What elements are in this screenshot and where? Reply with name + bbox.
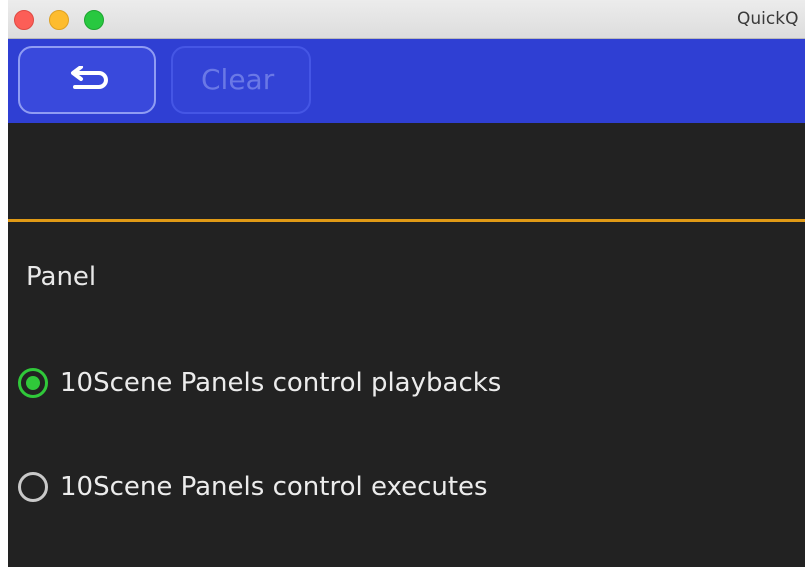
radio-option-label[interactable]: 10Scene Panels control playbacks [60,366,501,400]
radio-button-checked[interactable] [18,368,48,398]
header-area [8,123,805,219]
minimize-window-button[interactable] [49,10,69,30]
panel-section-label: Panel [26,262,97,292]
close-window-button[interactable] [14,10,34,30]
title-bar: QuickQ [8,0,805,39]
return-arrow-icon [71,66,108,89]
radio-button-unchecked[interactable] [18,472,48,502]
window-title: QuickQ [737,9,799,29]
header-separator [8,219,805,222]
clear-button[interactable]: Clear [171,46,311,114]
radio-option-label[interactable]: 10Scene Panels control executes [60,470,488,504]
zoom-window-button[interactable] [84,10,104,30]
app-window: QuickQ Clear Panel 10Scene Panels contro… [8,0,805,567]
toolbar: Clear [8,39,805,123]
radio-selected-dot [26,376,40,390]
back-button[interactable] [18,46,156,114]
